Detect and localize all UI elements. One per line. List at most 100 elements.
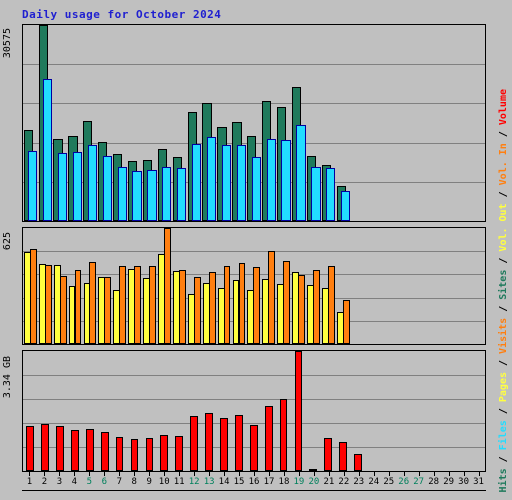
x-axis-day-5: 5	[86, 477, 93, 487]
pages-bar	[187, 293, 195, 344]
visits-bar	[193, 277, 201, 344]
day-column	[202, 228, 217, 344]
day-column	[366, 351, 381, 471]
files-bar	[266, 138, 276, 221]
pages-bar	[128, 268, 136, 344]
day-column	[321, 351, 336, 471]
volume-bar	[249, 425, 258, 471]
day-column	[425, 228, 440, 344]
day-column	[172, 351, 187, 471]
files-bar	[177, 168, 187, 221]
day-column	[98, 228, 113, 344]
x-axis-day-22: 22	[338, 477, 350, 487]
day-column	[366, 228, 381, 344]
hits-files-panel	[22, 24, 486, 222]
x-axis-day-16: 16	[248, 477, 260, 487]
pages-bar	[232, 279, 240, 344]
pages-bar	[23, 251, 31, 344]
day-column	[217, 25, 232, 221]
volume-bar	[264, 406, 273, 471]
day-column	[83, 351, 98, 471]
day-column	[247, 25, 262, 221]
day-column	[247, 351, 262, 471]
x-axis-day-15: 15	[233, 477, 245, 487]
day-column	[396, 25, 411, 221]
day-column	[53, 25, 68, 221]
legend-entry-visits: Visits	[497, 317, 509, 354]
files-bar	[132, 170, 142, 221]
day-column	[440, 25, 455, 221]
visits-bar	[313, 269, 320, 344]
x-axis-day-7: 7	[116, 477, 122, 487]
hits-files-plot-area	[23, 25, 485, 221]
legend-separator: /	[497, 401, 509, 420]
day-column	[336, 351, 351, 471]
volume-bar	[85, 428, 94, 471]
x-axis-day-12: 12	[188, 477, 200, 487]
visits-bar	[283, 261, 291, 344]
day-column	[291, 351, 306, 471]
day-column	[381, 25, 396, 221]
x-axis-day-23: 23	[353, 477, 365, 487]
files-bar	[236, 144, 246, 221]
volume-bar	[115, 436, 124, 471]
pages-bar	[53, 264, 61, 344]
day-column	[142, 25, 157, 221]
x-axis-day-11: 11	[173, 477, 185, 487]
day-column	[83, 25, 98, 221]
hits-axis-max-label: 30575	[2, 28, 13, 59]
day-column	[127, 228, 142, 344]
x-axis-day-10: 10	[158, 477, 170, 487]
files-bar	[87, 144, 97, 221]
day-column	[440, 228, 455, 344]
visits-bar	[208, 272, 216, 344]
x-axis-day-2: 2	[41, 477, 48, 487]
day-column	[157, 351, 172, 471]
day-column	[53, 228, 68, 344]
pages-bar	[202, 283, 210, 344]
day-column	[306, 228, 321, 344]
x-axis-day-1: 1	[26, 477, 33, 487]
visits-bar	[104, 277, 112, 344]
volume-bar	[279, 399, 288, 471]
visits-bar	[59, 275, 67, 344]
legend-entry-pages: Pages	[497, 371, 509, 402]
day-column	[306, 351, 321, 471]
legend-entry-files: Files	[497, 419, 509, 450]
visits-bar	[268, 251, 276, 344]
volume-panel	[22, 350, 486, 472]
visits-bar	[298, 274, 305, 344]
day-column	[172, 228, 187, 344]
day-column	[276, 228, 291, 344]
day-column	[202, 25, 217, 221]
page-title: Daily usage for October 2024	[22, 8, 222, 21]
day-column	[127, 25, 142, 221]
day-column	[411, 25, 426, 221]
day-column	[187, 351, 202, 471]
webalizer-daily-usage-graph: Daily usage for October 2024 30575 625 3…	[0, 0, 512, 500]
day-column	[98, 25, 113, 221]
day-column	[262, 228, 277, 344]
legend-separator: /	[497, 124, 509, 143]
day-column	[321, 228, 336, 344]
day-column	[396, 351, 411, 471]
day-column	[53, 351, 68, 471]
day-column	[262, 25, 277, 221]
files-bar	[311, 166, 321, 221]
day-column	[38, 25, 53, 221]
sites-visits-pages-panel	[22, 227, 486, 345]
x-axis-day-24: 24	[368, 477, 380, 487]
day-column	[23, 228, 38, 344]
legend-separator: /	[497, 251, 509, 270]
visits-bar	[134, 266, 142, 344]
day-column	[187, 228, 202, 344]
day-column	[127, 351, 142, 471]
pages-bar	[68, 285, 76, 344]
pages-bar	[158, 253, 165, 344]
day-column	[366, 25, 381, 221]
x-axis-day-19: 19	[293, 477, 305, 487]
day-column	[381, 351, 396, 471]
files-bar	[296, 125, 306, 221]
x-axis-day-4: 4	[71, 477, 78, 487]
files-bar	[326, 168, 336, 221]
